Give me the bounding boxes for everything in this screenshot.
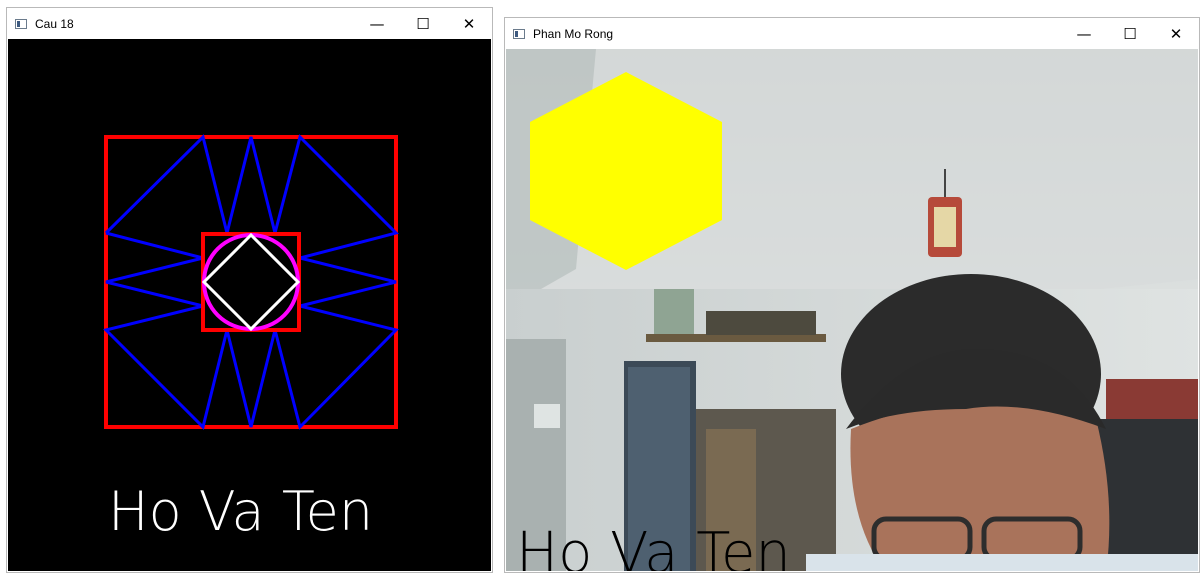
- minimize-button[interactable]: —: [1061, 18, 1107, 49]
- app-icon: [513, 28, 525, 39]
- shelf-box: [654, 289, 694, 334]
- shirt: [806, 554, 1198, 571]
- lantern-panel: [934, 207, 956, 247]
- shelf-items: [706, 311, 816, 335]
- cau18-window: Cau 18 — ☐ ✕ Ho Va Ten: [6, 7, 493, 573]
- title-bar[interactable]: Phan Mo Rong — ☐ ✕: [505, 18, 1199, 49]
- right-shelf: [1106, 379, 1198, 419]
- phan-mo-rong-window: Phan Mo Rong — ☐ ✕ Ho Va Ten: [504, 17, 1200, 573]
- caption-text: Ho Va Ten: [108, 480, 373, 543]
- minimize-button[interactable]: —: [354, 8, 400, 39]
- window-controls: — ☐ ✕: [354, 8, 492, 39]
- close-button[interactable]: ✕: [1153, 18, 1199, 49]
- maximize-button[interactable]: ☐: [1107, 18, 1153, 49]
- app-icon: [15, 18, 27, 29]
- title-bar[interactable]: Cau 18 — ☐ ✕: [7, 8, 492, 39]
- person-face: [850, 401, 1110, 571]
- outer-red-square: [104, 135, 398, 429]
- window-title: Cau 18: [35, 16, 74, 31]
- maximize-button[interactable]: ☐: [400, 8, 446, 39]
- window-title: Phan Mo Rong: [533, 26, 614, 41]
- close-button[interactable]: ✕: [446, 8, 492, 39]
- drawing-canvas: Ho Va Ten: [8, 39, 491, 571]
- magenta-circle: [202, 233, 300, 331]
- shelf: [646, 334, 826, 342]
- window-controls: — ☐ ✕: [1061, 18, 1199, 49]
- caption-text: Ho Va Ten: [516, 521, 791, 571]
- vent: [534, 404, 560, 428]
- geometry-drawing: Ho Va Ten: [103, 134, 399, 543]
- webcam-scene: Ho Va Ten: [506, 49, 1198, 571]
- blue-zigzag-star: [103, 134, 399, 430]
- webcam-feed: Ho Va Ten: [506, 49, 1198, 571]
